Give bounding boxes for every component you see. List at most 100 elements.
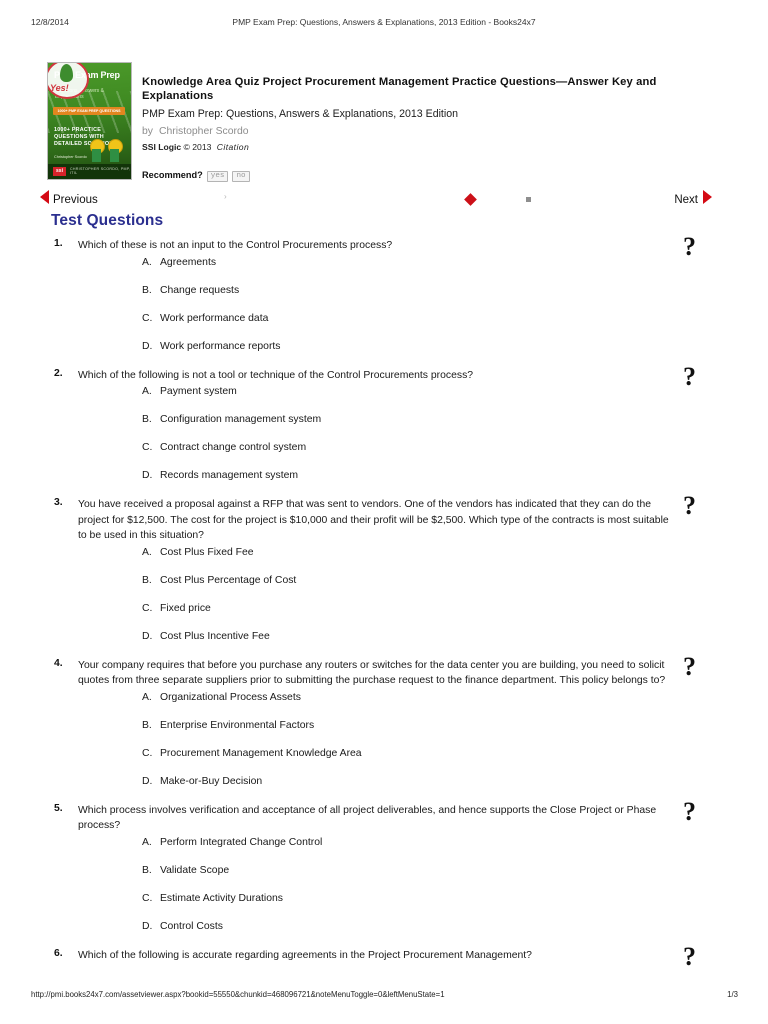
cover-author-line: Christopher Scordo <box>54 155 87 159</box>
next-button[interactable]: Next <box>674 190 712 210</box>
answer-option[interactable]: A. Payment system <box>0 385 768 413</box>
option-text: Perform Integrated Change Control <box>160 836 323 848</box>
answer-option[interactable]: C. Work performance data <box>0 312 768 340</box>
question-help-icon[interactable]: ? <box>683 943 696 970</box>
question-number: 1. <box>54 238 63 249</box>
publisher-line: SSI Logic © 2013 Citation <box>142 141 707 154</box>
gray-square-icon[interactable] <box>526 197 531 202</box>
question-text: You have received a proposal against a R… <box>78 499 669 541</box>
question-number: 5. <box>54 802 63 814</box>
source-url: http://pmi.books24x7.com/assetviewer.asp… <box>31 990 445 999</box>
option-letter: C. <box>142 312 153 324</box>
question-row: 1. Which of these is not an input to the … <box>0 234 768 260</box>
option-text: Control Costs <box>160 920 223 932</box>
question-help-icon[interactable]: ? <box>683 798 696 825</box>
answer-option[interactable]: C. Estimate Activity Durations <box>0 892 768 920</box>
option-text: Work performance data <box>160 312 269 324</box>
recommend-widget: Recommend? yes no <box>142 170 250 182</box>
option-text: Configuration management system <box>160 414 322 425</box>
citation-link[interactable]: Citation <box>217 142 249 152</box>
question-block: 6. Which of the following is accurate reg… <box>0 943 768 969</box>
book-subtitle: PMP Exam Prep: Questions, Answers & Expl… <box>142 108 459 120</box>
cover-footer-text: CHRISTOPHER SCORDO, PMP, ITIL <box>70 167 131 175</box>
answer-option[interactable]: A. Cost Plus Fixed Fee <box>0 546 768 574</box>
answer-options: A. Payment system B. Configuration manageme… <box>0 385 768 497</box>
answer-option[interactable]: B. Change requests <box>0 284 768 312</box>
option-text: Cost Plus Incentive Fee <box>160 630 270 642</box>
leaf-icon <box>60 64 73 82</box>
question-text: Which of the following is not a tool or … <box>78 369 474 381</box>
by-label: by <box>142 126 153 137</box>
printed-page: 12/8/2014 PMP Exam Prep: Questions, Answ… <box>0 0 768 1024</box>
breadcrumb-caret-icon: › <box>224 192 227 201</box>
previous-button[interactable]: Previous <box>40 190 98 210</box>
page-number: 1/3 <box>727 990 738 999</box>
cover-band-text: 1000+ PMP EXAM PREP QUESTIONS <box>57 109 121 113</box>
option-letter: A. <box>142 256 152 268</box>
question-number: 2. <box>54 367 63 379</box>
publisher-name: SSI Logic <box>142 142 182 152</box>
option-letter: A. <box>142 386 152 397</box>
option-letter: B. <box>142 414 152 425</box>
answer-option[interactable]: D. Records management system <box>0 469 768 497</box>
page-title: Knowledge Area Quiz Project Procurement … <box>142 76 657 102</box>
recommend-yes-button[interactable]: yes <box>206 171 229 182</box>
option-text: Contract change control system <box>160 442 307 453</box>
option-letter: D. <box>142 470 153 481</box>
option-letter: A. <box>142 836 152 848</box>
question-number: 4. <box>54 657 63 669</box>
red-diamond-icon[interactable] <box>464 193 477 206</box>
copyright-year: 2013 <box>192 142 212 152</box>
option-text: Enterprise Environmental Factors <box>160 719 315 731</box>
option-text: Procurement Management Knowledge Area <box>160 747 362 759</box>
question-help-icon[interactable]: ? <box>683 493 696 519</box>
answer-option[interactable]: C. Fixed price <box>0 602 768 630</box>
option-letter: C. <box>142 442 153 453</box>
question-number: 6. <box>54 947 63 959</box>
print-header-title: PMP Exam Prep: Questions, Answers & Expl… <box>232 17 536 27</box>
answer-option[interactable]: B. Cost Plus Percentage of Cost <box>0 574 768 602</box>
question-row: 3. You have received a proposal against a… <box>0 493 768 544</box>
publisher-logo-icon: ssi <box>53 167 66 176</box>
questions-list: 1. Which of these is not an input to the … <box>0 234 768 970</box>
answer-option[interactable]: A. Perform Integrated Change Control <box>0 836 768 864</box>
book-cover-image: PMP Exam Prep Questions, Answers & Expla… <box>47 62 132 180</box>
option-text: Cost Plus Fixed Fee <box>160 546 254 558</box>
answer-option[interactable]: C. Procurement Management Knowledge Area <box>0 747 768 775</box>
option-letter: B. <box>142 719 152 731</box>
answer-option[interactable]: D. Make-or-Buy Decision <box>0 775 768 803</box>
option-letter: C. <box>142 602 153 614</box>
section-heading: Test Questions <box>51 212 164 229</box>
answer-option[interactable]: D. Work performance reports <box>0 340 768 368</box>
question-help-icon[interactable]: ? <box>683 653 696 680</box>
print-footer: http://pmi.books24x7.com/assetviewer.asp… <box>0 990 768 1004</box>
answer-option[interactable]: A. Organizational Process Assets <box>0 691 768 719</box>
option-letter: C. <box>142 747 153 759</box>
option-text: Agreements <box>160 256 217 268</box>
yes-stamp-label: Yes! <box>50 83 69 93</box>
option-letter: C. <box>142 892 153 904</box>
answer-option[interactable]: B. Enterprise Environmental Factors <box>0 719 768 747</box>
question-row: 6. Which of the following is accurate reg… <box>0 943 768 969</box>
arrow-right-icon <box>703 190 712 204</box>
question-block: 4. Your company requires that before you … <box>0 653 768 803</box>
question-block: 3. You have received a proposal against a… <box>0 493 768 658</box>
answer-option[interactable]: B. Validate Scope <box>0 864 768 892</box>
answer-option[interactable]: B. Configuration management system <box>0 413 768 441</box>
arrow-left-icon <box>40 190 49 204</box>
option-text: Payment system <box>160 386 237 397</box>
question-block: 5. Which process involves verification an… <box>0 798 768 948</box>
option-text: Cost Plus Percentage of Cost <box>160 574 297 586</box>
option-letter: B. <box>142 864 152 876</box>
option-text: Records management system <box>160 470 299 481</box>
answer-option[interactable]: C. Contract change control system <box>0 441 768 469</box>
author-name: Christopher Scordo <box>158 126 249 137</box>
answer-option[interactable]: D. Cost Plus Incentive Fee <box>0 630 768 658</box>
answer-option[interactable]: A. Agreements <box>0 256 768 284</box>
option-letter: D. <box>142 775 153 787</box>
answer-options: A. Organizational Process Assets B. Enterpr… <box>0 691 768 803</box>
cover-band: 1000+ PMP EXAM PREP QUESTIONS <box>53 107 125 115</box>
answer-option[interactable]: D. Control Costs <box>0 920 768 948</box>
question-row: 5. Which process involves verification an… <box>0 798 768 834</box>
recommend-no-button[interactable]: no <box>232 171 250 182</box>
